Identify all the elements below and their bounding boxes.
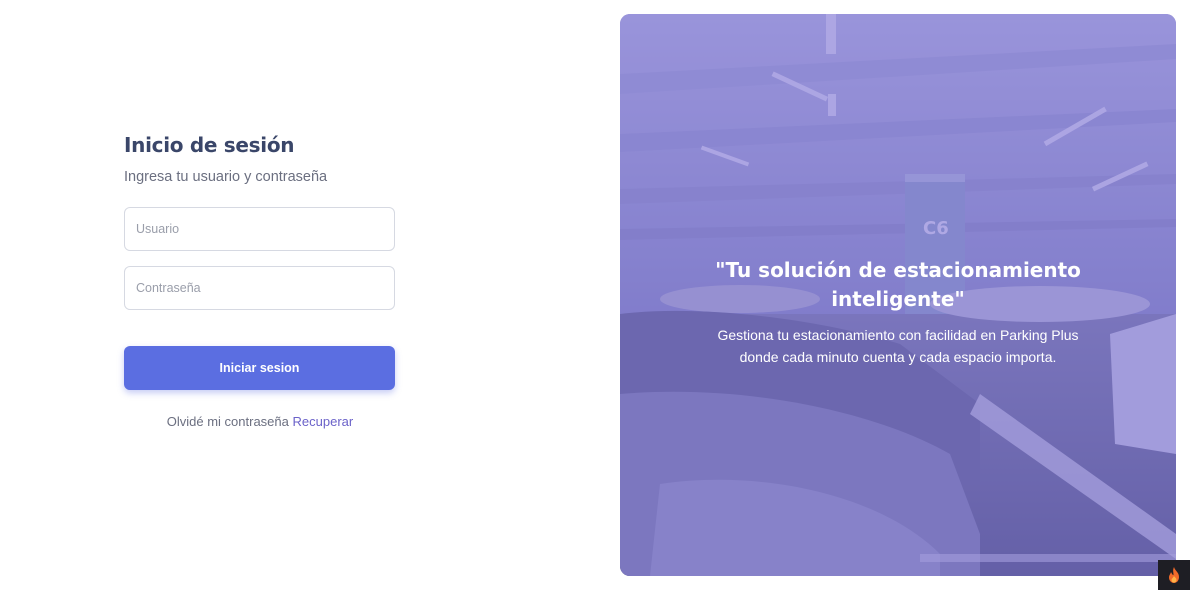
username-input[interactable]	[136, 222, 394, 236]
username-field[interactable]	[124, 207, 395, 251]
login-button[interactable]: Iniciar sesion	[124, 346, 395, 390]
hero-panel: C6 "Tu solución de estacionamiento intel…	[620, 14, 1176, 576]
login-panel: Inicio de sesión Ingresa tu usuario y co…	[124, 133, 396, 429]
hero-description: Gestiona tu estacionamiento con facilida…	[717, 327, 1079, 365]
password-input[interactable]	[136, 281, 394, 295]
password-field[interactable]	[124, 266, 395, 310]
flame-icon	[1169, 567, 1179, 583]
page-title: Inicio de sesión	[124, 133, 295, 157]
hero-quote: "Tu solución de estacionamiento intelige…	[715, 258, 1081, 311]
corner-badge[interactable]	[1158, 560, 1190, 590]
forgot-password-text: Olvidé mi contraseña	[166, 414, 289, 429]
page-subtitle: Ingresa tu usuario y contraseña	[124, 169, 328, 185]
recover-link[interactable]: Recuperar	[293, 414, 354, 429]
forgot-password-row: Olvidé mi contraseña Recuperar	[124, 414, 396, 429]
hero-text: "Tu solución de estacionamiento intelige…	[620, 256, 1176, 368]
